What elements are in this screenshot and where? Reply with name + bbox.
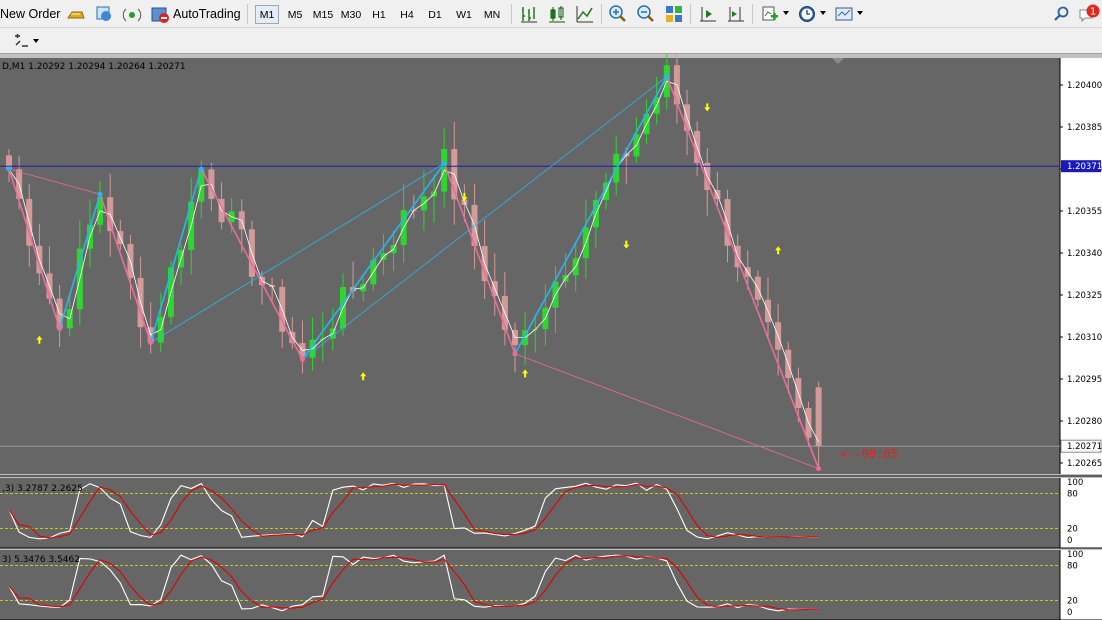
zigzag-pivot (6, 166, 12, 172)
timeframe-h1-button[interactable]: H1 (367, 5, 391, 24)
chart-area[interactable]: <--00:051.204001.203851.203701.203551.20… (0, 54, 1102, 620)
toolbar-separator (511, 4, 512, 24)
price-pane-background (0, 58, 1060, 474)
price-tick-label: 1.20385 (1067, 123, 1102, 133)
templates-dropdown-icon[interactable] (857, 11, 863, 15)
hline-price-label: 1.20371 (1067, 162, 1102, 172)
timeframe-m1-button[interactable]: M1 (255, 5, 279, 24)
drawing-tools-dropdown-icon[interactable] (33, 39, 39, 43)
candlestick-icon[interactable] (547, 4, 567, 24)
drawing-toolbar (0, 28, 1102, 54)
signal-icon[interactable] (122, 4, 142, 24)
periods-clock-icon[interactable] (797, 4, 817, 24)
zoom-out-icon[interactable] (636, 4, 656, 24)
price-pane[interactable]: <--00:051.204001.203851.203701.203551.20… (0, 54, 1102, 477)
chart-header: D,M1 1.20292 1.20294 1.20264 1.20271 (2, 62, 186, 72)
templates-icon[interactable] (834, 4, 854, 24)
zigzag-pivot (198, 166, 204, 172)
autotrading-button[interactable]: AutoTrading (150, 3, 241, 25)
toolbar-separator (601, 4, 602, 24)
price-tick-label: 1.20295 (1067, 375, 1102, 385)
terminal-window: New Order AutoTrading M1 M5 M15 M30 H1 H… (0, 0, 1102, 620)
price-tick-label: 1.20400 (1067, 81, 1102, 91)
timeframe-mn-button[interactable]: MN (479, 5, 505, 24)
periods-dropdown-icon[interactable] (820, 11, 826, 15)
indicators-dropdown-icon[interactable] (783, 11, 789, 15)
timeframe-m30-button[interactable]: M30 (338, 5, 364, 24)
bar-chart-icon[interactable] (519, 4, 539, 24)
price-tick-label: 1.20355 (1067, 207, 1102, 217)
indicator-pane-1[interactable]: 100 80 20 0 (0, 478, 1102, 549)
price-tick-label: 1.20265 (1067, 459, 1102, 469)
zigzag-pivot (57, 326, 63, 332)
drawing-tools-icon[interactable] (12, 32, 32, 50)
autotrading-icon (151, 7, 169, 23)
zigzag-pivot (299, 356, 305, 362)
price-tick-label: 1.20325 (1067, 291, 1102, 301)
timeframe-h4-button[interactable]: H4 (395, 5, 419, 24)
search-icon[interactable] (1052, 4, 1072, 24)
timeframe-w1-button[interactable]: W1 (451, 5, 477, 24)
countdown-timer: <--00:05 (840, 447, 898, 461)
chart-shift-icon[interactable] (698, 4, 718, 24)
timeframe-m5-button[interactable]: M5 (283, 5, 307, 24)
indicator-level-label: 0 (1067, 536, 1072, 546)
current-price-label: 1.20271 (1067, 442, 1102, 452)
notifications-icon[interactable]: 1 (1077, 4, 1101, 24)
line-chart-icon[interactable] (575, 4, 595, 24)
indicator-level-label: 80 (1067, 562, 1078, 572)
tile-windows-icon[interactable] (664, 4, 684, 24)
indicator-level-label: 20 (1067, 524, 1078, 534)
price-tick-label: 1.20280 (1067, 417, 1102, 427)
new-order-button[interactable]: New Order (0, 3, 60, 25)
indicator1-header: ,3) 3.2787 2.2625 (2, 484, 83, 494)
toolbar-separator (247, 4, 248, 24)
zigzag-pivot (816, 466, 822, 472)
indicator-level-label: 80 (1067, 490, 1078, 500)
zigzag-pivot (97, 191, 103, 197)
indicator-pane-2[interactable]: 100 80 20 0 (0, 550, 1102, 620)
indicator2-header: 3) 5.3476 3.5462 (2, 555, 80, 565)
autotrading-label: AutoTrading (173, 7, 241, 21)
timeframe-m15-button[interactable]: M15 (310, 5, 336, 24)
price-tick-label: 1.20310 (1067, 333, 1102, 343)
toolbar-separator (752, 4, 753, 24)
zigzag-pivot (148, 340, 154, 346)
price-axis-background (1060, 58, 1102, 474)
zigzag-pivot (664, 74, 670, 80)
indicator-level-label: 100 (1067, 478, 1083, 488)
auto-scroll-icon[interactable] (726, 4, 746, 24)
navigator-icon[interactable] (94, 4, 114, 24)
notification-count: 1 (1090, 7, 1096, 18)
new-order-label: New Order (0, 7, 61, 21)
gold-bars-icon[interactable] (66, 4, 86, 24)
zigzag-pivot (441, 160, 447, 166)
price-tick-label: 1.20340 (1067, 249, 1102, 259)
indicator-level-label: 0 (1067, 608, 1072, 618)
indicators-icon[interactable] (760, 4, 780, 24)
indicator-background (0, 550, 1060, 620)
zoom-in-icon[interactable] (608, 4, 628, 24)
indicator-level-label: 100 (1067, 550, 1083, 560)
timeframe-d1-button[interactable]: D1 (423, 5, 447, 24)
main-toolbar: New Order AutoTrading M1 M5 M15 M30 H1 H… (0, 0, 1102, 28)
toolbar-separator (690, 4, 691, 24)
indicator-background (0, 478, 1060, 548)
zigzag-pivot (512, 351, 518, 357)
indicator-level-label: 20 (1067, 596, 1078, 606)
